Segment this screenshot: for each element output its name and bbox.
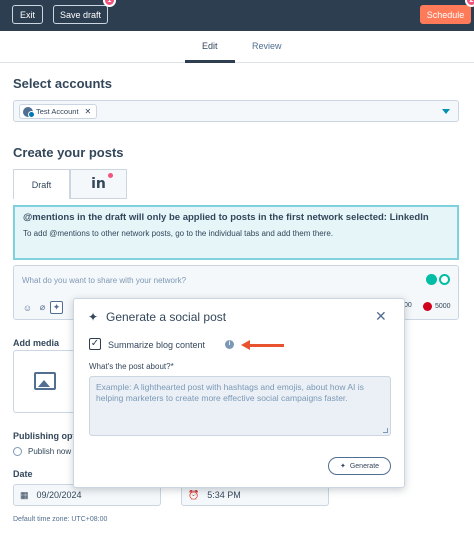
save-draft-button[interactable]: Save draft — [53, 5, 108, 24]
close-icon[interactable]: ✕ — [375, 308, 387, 325]
timezone-note: Default time zone: UTC+08:00 — [13, 516, 108, 523]
info-body: To add @mentions to other network posts,… — [23, 229, 334, 238]
post-topic-textarea[interactable]: Example: A lighthearted post with hashta… — [89, 376, 391, 436]
sparkle-icon: ✦ — [339, 463, 346, 470]
account-avatar — [23, 106, 35, 118]
linkedin-icon: in — [91, 176, 106, 192]
annotation-arrow — [248, 344, 284, 347]
active-tab-indicator — [185, 60, 235, 63]
tab-review[interactable]: Review — [252, 41, 282, 51]
post-topic-label: What's the post about?* — [89, 362, 174, 371]
emoji-icon[interactable]: ☺ — [21, 301, 34, 314]
account-chip: Test Account ✕ — [19, 104, 98, 119]
tab-draft[interactable]: Draft — [13, 169, 70, 199]
schedule-button[interactable]: Schedule — [420, 5, 471, 24]
calendar-icon: ▦ — [20, 489, 29, 500]
info-icon[interactable]: i — [225, 340, 234, 349]
char-count-youtube: 5000 — [423, 302, 451, 311]
editor-tabs: Edit Review — [0, 31, 474, 63]
info-title: @mentions in the draft will only be appl… — [23, 212, 429, 223]
summarize-checkbox[interactable]: ✓ — [89, 338, 101, 350]
compose-placeholder: What do you want to share with your netw… — [22, 276, 187, 285]
add-media-tile[interactable] — [13, 350, 79, 413]
alert-dot — [108, 173, 113, 178]
create-posts-heading: Create your posts — [13, 145, 124, 160]
ai-assistant-icon[interactable]: ✦ — [50, 301, 63, 314]
date-label: Date — [13, 469, 33, 479]
remove-chip-icon[interactable]: ✕ — [85, 107, 92, 116]
top-bar: Exit Save draft 1 Schedule 2 — [0, 0, 474, 31]
account-chip-label: Test Account — [36, 107, 79, 116]
popover-title: Generate a social post — [106, 310, 227, 324]
assistant-icon[interactable] — [439, 274, 450, 285]
attachment-icon[interactable]: ⌀ — [36, 301, 49, 314]
generate-button[interactable]: ✦ Generate — [328, 457, 391, 475]
publish-now-label: Publish now — [28, 447, 72, 456]
tab-linkedin[interactable]: in — [70, 169, 127, 199]
generate-social-post-popover: ✦ Generate a social post ✕ ✓ Summarize b… — [73, 298, 405, 488]
textarea-placeholder: Example: A lighthearted post with hashta… — [96, 382, 364, 403]
youtube-icon — [423, 302, 432, 311]
resize-handle[interactable] — [383, 428, 388, 433]
mentions-info-banner: @mentions in the draft will only be appl… — [13, 205, 459, 260]
char-count-partial: 00 — [404, 302, 412, 309]
add-media-label: Add media — [13, 338, 60, 348]
chevron-down-icon[interactable] — [442, 109, 450, 114]
account-select[interactable]: Test Account ✕ — [13, 100, 459, 122]
time-value: 5:34 PM — [207, 490, 241, 500]
summarize-checkbox-label: Summarize blog content — [108, 340, 206, 350]
generate-label: Generate — [349, 462, 380, 470]
publish-now-radio[interactable] — [13, 447, 22, 456]
grammar-check-icon[interactable] — [426, 274, 437, 285]
image-icon — [34, 372, 56, 390]
tab-edit[interactable]: Edit — [202, 41, 218, 51]
exit-button[interactable]: Exit — [12, 5, 43, 24]
clock-icon: ⏰ — [188, 489, 200, 500]
sparkle-icon: ✦ — [88, 310, 99, 324]
select-accounts-heading: Select accounts — [13, 76, 112, 91]
publishing-options-label: Publishing opt — [13, 431, 76, 441]
char-count-value: 5000 — [435, 303, 451, 310]
date-value: 09/20/2024 — [36, 490, 82, 500]
